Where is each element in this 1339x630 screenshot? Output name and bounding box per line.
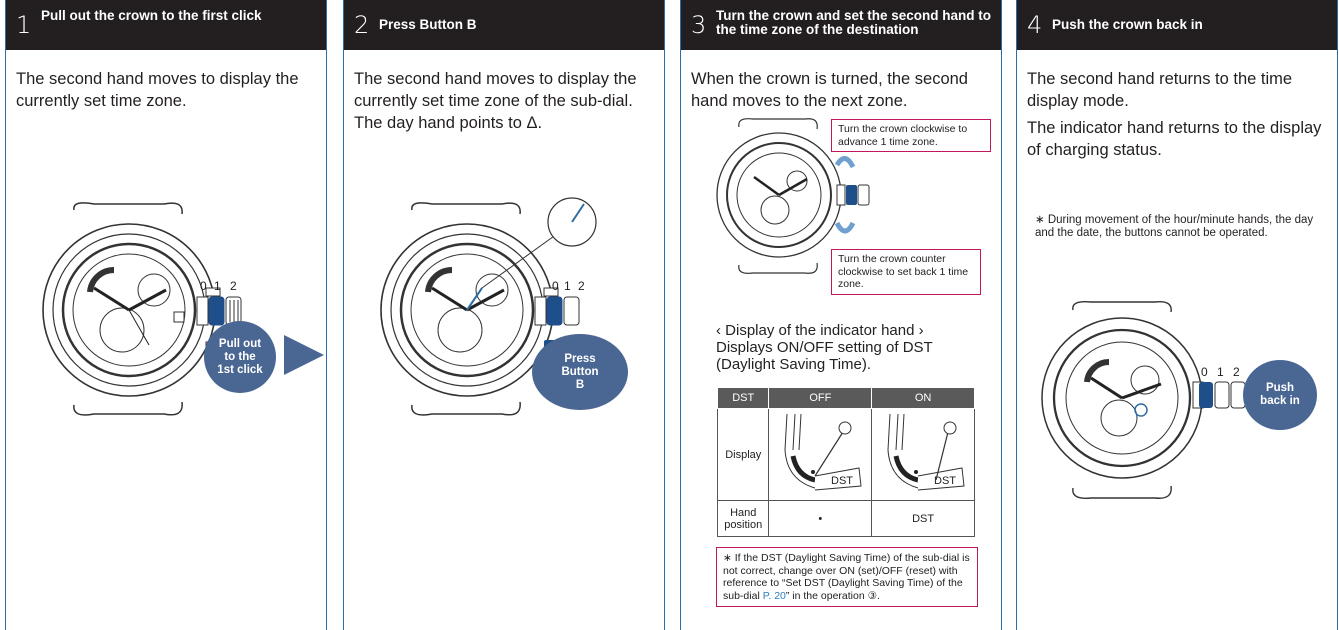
callout-clockwise: Turn the crown clockwise to advance 1 ti… xyxy=(831,119,991,152)
step-description: The second hand moves to display the cur… xyxy=(16,70,299,110)
dst-header-on: ON xyxy=(871,387,975,409)
indicator-heading: ‹ Display of the indicator hand › xyxy=(716,322,924,339)
page-reference-link[interactable]: P. 20 xyxy=(763,590,786,602)
step-3-header: 3 Turn the crown and set the second hand… xyxy=(681,0,1001,50)
crown-pos-0: 0 xyxy=(1201,365,1208,379)
dial-label-off: DST xyxy=(831,475,853,487)
dst-footnote: ∗ If the DST (Daylight Saving Time) of t… xyxy=(716,547,978,607)
crown-pos-0: 0 xyxy=(200,279,207,293)
watch-illustration: 0 1 2 xyxy=(42,202,324,416)
dst-off-dial: DST xyxy=(768,408,873,501)
dst-row-hand-label: Hand position xyxy=(716,500,770,537)
callout-counter-clockwise: Turn the crown counter clockwise to set … xyxy=(831,249,981,295)
dst-on-dial-icon: DST xyxy=(887,413,965,491)
step-description: The second hand moves to display the cur… xyxy=(354,70,637,132)
dst-row-display-label: Display xyxy=(716,408,770,501)
push-back-badge: Push back in xyxy=(1243,360,1317,430)
indicator-description: Displays ON/OFF setting of DST (Daylight… xyxy=(716,339,933,373)
step-description-2: The indicator hand returns to the displa… xyxy=(1027,119,1322,159)
step-1-panel: 1 Pull out the crown to the first click … xyxy=(5,0,327,630)
step-1-header: 1 Pull out the crown to the first click xyxy=(6,0,326,50)
crown-pos-2: 2 xyxy=(1233,365,1240,379)
step-title: Press Button B xyxy=(379,17,477,32)
crown-pos-0: 0 xyxy=(552,279,559,293)
step-number: 2 xyxy=(354,11,370,39)
crown-pos-1: 1 xyxy=(1217,365,1224,379)
movement-note: ∗ During movement of the hour/minute han… xyxy=(1035,214,1314,239)
dst-header-off: OFF xyxy=(768,387,873,409)
step-title: Pull out the crown to the first click xyxy=(41,8,262,23)
step-number: 4 xyxy=(1027,11,1043,39)
step-description: The second hand returns to the time disp… xyxy=(1027,70,1293,110)
step-4-panel: 4 Push the crown back in The second hand… xyxy=(1016,0,1338,630)
step-title: Turn the crown and set the second hand t… xyxy=(716,8,992,37)
step-title: Push the crown back in xyxy=(1052,17,1203,32)
step-number: 3 xyxy=(691,11,707,39)
step-2-panel: 2 Press Button B The second hand moves t… xyxy=(343,0,665,630)
dst-header-dst: DST xyxy=(716,387,770,409)
step-3-panel: 3 Turn the crown and set the second hand… xyxy=(680,0,1002,630)
dst-hand-on: DST xyxy=(871,500,975,537)
dst-table: DST OFF ON Display DST DST Hand position… xyxy=(716,387,975,537)
step-4-header: 4 Push the crown back in xyxy=(1017,0,1337,50)
dst-on-dial: DST xyxy=(871,408,975,501)
crown-pos-2: 2 xyxy=(578,279,585,293)
dst-hand-off: • xyxy=(768,500,873,537)
dst-off-dial-icon: DST xyxy=(784,413,862,491)
press-button-badge: Press Button B xyxy=(532,334,628,410)
pull-out-badge: Pull out to the 1st click xyxy=(204,321,276,393)
step-number: 1 xyxy=(16,11,32,39)
crown-pos-1: 1 xyxy=(214,279,221,293)
crown-pos-1: 1 xyxy=(564,279,571,293)
step-description: When the crown is turned, the second han… xyxy=(691,70,968,110)
step-2-header: 2 Press Button B xyxy=(344,0,664,50)
crown-pos-2: 2 xyxy=(230,279,237,293)
